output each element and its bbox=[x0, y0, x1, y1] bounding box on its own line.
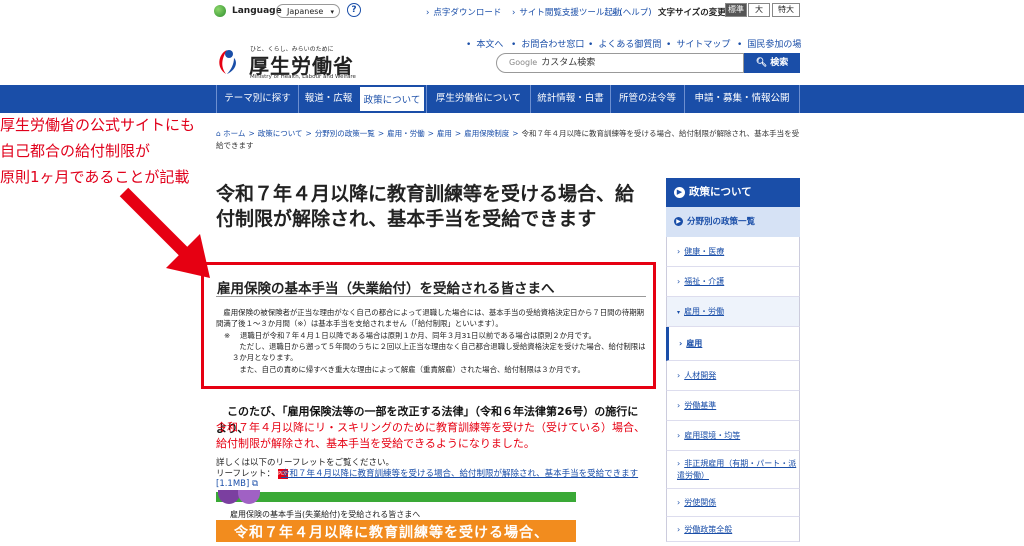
nav-applications[interactable]: 申請・募集・情報公開 bbox=[684, 85, 800, 113]
nav-statistics[interactable]: 統計情報・白書 bbox=[530, 85, 610, 113]
side-item-labor-policy[interactable]: 労働政策全般 bbox=[666, 517, 800, 542]
note-line-2: ただし、退職日から遡って５年間のうちに２回以上正当な理由なく自己都合退職し受給資… bbox=[232, 342, 646, 363]
font-size-label: 文字サイズの変更 bbox=[658, 8, 726, 18]
help-link[interactable]: (ヘルプ) bbox=[612, 6, 651, 18]
section-divider bbox=[216, 296, 646, 297]
font-size-xlarge-button[interactable]: 特大 bbox=[772, 3, 800, 17]
external-icon: ⧉ bbox=[252, 479, 259, 489]
sitemap-link[interactable]: サイトマップ bbox=[666, 37, 730, 50]
annotation-line-1: 厚生労働省の公式サイトにも bbox=[0, 116, 196, 134]
font-size-standard-button[interactable]: 標準 bbox=[725, 3, 747, 17]
annotation-arrow-icon bbox=[119, 187, 210, 278]
nav-theme[interactable]: テーマ別に探す bbox=[216, 85, 298, 113]
accessibility-tool-link[interactable]: サイト閲覧支援ツール起動 bbox=[512, 6, 621, 18]
section-title: 雇用保険の基本手当（失業給付）を受給される皆さまへ bbox=[217, 281, 555, 297]
side-item-labor-relations[interactable]: 労使関係 bbox=[666, 489, 800, 517]
side-item-welfare[interactable]: 福祉・介護 bbox=[666, 267, 800, 297]
nav-laws[interactable]: 所管の法令等 bbox=[610, 85, 684, 113]
braille-download-link[interactable]: 点字ダウンロード bbox=[426, 6, 501, 18]
nav-about[interactable]: 厚生労働省について bbox=[426, 85, 530, 113]
nav-press[interactable]: 報道・広報 bbox=[298, 85, 358, 113]
side-item-health[interactable]: 健康・医療 bbox=[666, 237, 800, 267]
breadcrumb-policy-list[interactable]: 分野別の政策一覧 bbox=[315, 129, 375, 138]
leaflet-link[interactable]: 令和７年４月以降に教育訓練等を受ける場合、給付制限が解除され、基本手当を受給でき… bbox=[281, 467, 638, 479]
benefit-paragraph: 雇用保険の被保険者が正当な理由がなく自己の都合によって退職した場合には、基本手当… bbox=[216, 308, 645, 329]
chevron-down-icon: ▾ bbox=[330, 8, 334, 16]
breadcrumb-insurance[interactable]: 雇用保険制度 bbox=[464, 129, 509, 138]
note-line-3: また、自己の責めに帰すべき重大な理由によって解雇（重責解雇）された場合、給付制限… bbox=[239, 365, 585, 374]
flyer-title: 令和７年４月以降に教育訓練等を受ける場合、 bbox=[216, 520, 576, 542]
search-input[interactable]: Google カスタム検索 bbox=[496, 53, 744, 73]
lead-highlight: 令和７年４月以降にリ・スキリングのために教育訓練等を受けた（受けている）場合、給… bbox=[216, 421, 645, 450]
flyer-subtitle: 雇用保険の基本手当(失業給付)を受給される皆さまへ bbox=[230, 510, 421, 519]
breadcrumb: ⌂ ホーム > 政策について > 分野別の政策一覧 > 雇用・労働 > 雇用 > 雇用保険制度 > 令和… bbox=[216, 129, 800, 150]
note-mark: ※ bbox=[224, 331, 231, 340]
side-item-employment[interactable]: 雇用 bbox=[666, 327, 800, 361]
global-nav: テーマ別に探す 報道・広報 政策について 厚生労働省について 統計情報・白書 所… bbox=[0, 85, 1024, 113]
side-item-labor-standards[interactable]: 労働基準 bbox=[666, 391, 800, 421]
breadcrumb-home[interactable]: ホーム bbox=[223, 129, 245, 138]
page-title: 令和７年４月以降に教育訓練等を受ける場合、給付制限が解除され、基本手当を受給でき… bbox=[216, 183, 635, 230]
side-nav-header[interactable]: ▶ 政策について bbox=[666, 178, 800, 207]
chevron-right-icon: ▶ bbox=[674, 217, 683, 226]
utility-bar: Language Japanese▾ ? 点字ダウンロード サイト閲覧支援ツール… bbox=[0, 0, 1024, 24]
chevron-right-icon: ▶ bbox=[674, 186, 685, 198]
font-size-large-button[interactable]: 大 bbox=[748, 3, 770, 17]
side-nav-subheader[interactable]: ▶ 分野別の政策一覧 bbox=[666, 207, 800, 237]
contact-link[interactable]: お問合わせ窓口 bbox=[511, 37, 584, 50]
leaflet-size[interactable]: [1.1MB] ⧉ bbox=[216, 479, 258, 489]
globe-icon bbox=[214, 5, 226, 17]
search-button[interactable]: 🔍︎ 検索 bbox=[744, 53, 800, 73]
nav-policy[interactable]: 政策について bbox=[358, 85, 426, 113]
public-participation-link[interactable]: 国民参加の場 bbox=[737, 37, 801, 50]
logo-english: Ministry of Health, Labour and Welfare bbox=[250, 74, 356, 80]
side-item-nonregular[interactable]: 非正規雇用（有期・パート・派遣労働） bbox=[666, 451, 800, 489]
help-icon[interactable]: ? bbox=[347, 3, 361, 17]
annotation-line-2: 自己都合の給付制限が bbox=[0, 142, 151, 160]
side-item-employment-labor[interactable]: 雇用・労働 bbox=[666, 297, 800, 327]
search-icon: 🔍︎ bbox=[755, 58, 768, 68]
home-icon: ⌂ bbox=[216, 129, 221, 138]
side-item-hr-development[interactable]: 人材開発 bbox=[666, 361, 800, 391]
language-select[interactable]: Japanese ▾ bbox=[276, 4, 340, 18]
mhlw-logo-icon[interactable] bbox=[214, 46, 240, 78]
leaflet-label: リーフレット： PDF bbox=[216, 468, 288, 479]
language-label: Language bbox=[232, 6, 282, 16]
side-item-equality[interactable]: 雇用環境・均等 bbox=[666, 421, 800, 451]
breadcrumb-policy[interactable]: 政策について bbox=[258, 129, 303, 138]
skip-to-content-link[interactable]: 本文へ bbox=[466, 37, 503, 50]
breadcrumb-employment[interactable]: 雇用 bbox=[437, 129, 452, 138]
flyer-band bbox=[216, 492, 576, 502]
faq-link[interactable]: よくある御質問 bbox=[588, 37, 661, 50]
breadcrumb-employment-labor[interactable]: 雇用・労働 bbox=[387, 129, 425, 138]
note-line-1: 退職日が令和７年４月１日以降である場合は原則１か月、同年３月31日以前である場合… bbox=[240, 331, 596, 340]
